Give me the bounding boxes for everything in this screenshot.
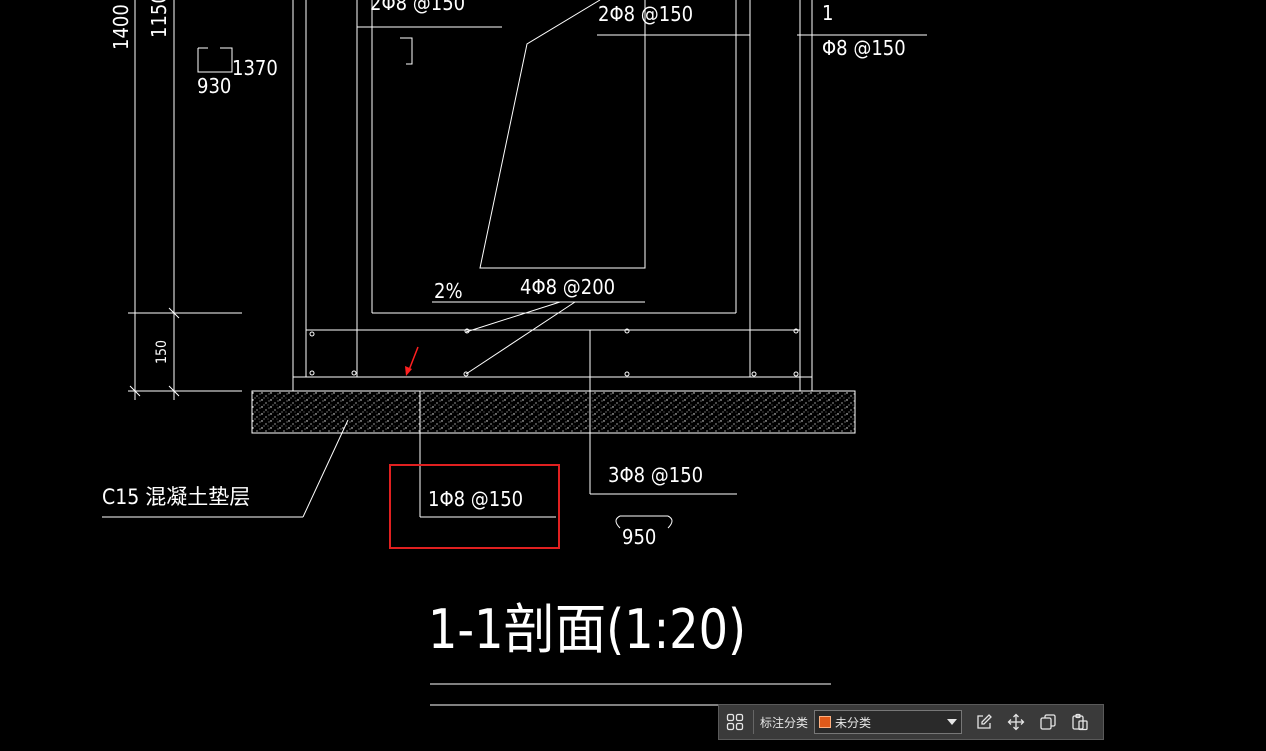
red-arrow-icon: [405, 346, 419, 376]
paste-icon[interactable]: [1064, 705, 1096, 739]
rebar-dots: [309, 328, 799, 377]
edit-icon[interactable]: [968, 705, 1000, 739]
dim-150-label: 150: [154, 340, 170, 364]
rebar-3-label: 3Φ8 @150: [608, 463, 703, 487]
toolbar-divider: [753, 710, 754, 734]
rebar-1-marker: 1: [822, 1, 833, 25]
chevron-down-icon: [947, 719, 958, 725]
annotation-category-label: 标注分类: [760, 715, 809, 730]
bend-930-label: 930: [197, 74, 231, 98]
section-title: 1-1剖面(1:20): [428, 598, 746, 661]
slope-label: 2%: [434, 279, 463, 303]
annotation-category-select[interactable]: 未分类: [814, 710, 963, 734]
bend-1370-label: 1370: [232, 56, 278, 80]
rebar-2-top-label: 2Φ8 @150: [598, 2, 693, 26]
rebar-2-top-left-label: 2Φ8 @150: [370, 0, 465, 15]
grid-icon[interactable]: [719, 705, 751, 739]
cushion-label: C15 混凝土垫层: [102, 485, 250, 509]
category-select-value: 未分类: [835, 715, 872, 730]
rebar-1-top-label: Φ8 @150: [822, 36, 906, 60]
annotation-toolbar: 标注分类 未分类: [718, 704, 1104, 740]
dim-1400-label: 1400: [109, 4, 133, 50]
rebar-1-bottom-label: 1Φ8 @150: [428, 487, 523, 511]
copy-icon[interactable]: [1032, 705, 1064, 739]
move-icon[interactable]: [1000, 705, 1032, 739]
category-color-swatch: [819, 716, 832, 728]
cad-drawing-canvas[interactable]: 1400 1150 150 930 1370 2Φ8 @150 2Φ8 @150…: [0, 0, 1266, 751]
rebar-4-label: 4Φ8 @200: [520, 275, 615, 299]
bend-950-label: 950: [622, 525, 656, 549]
dim-1150-label: 1150: [147, 0, 171, 38]
